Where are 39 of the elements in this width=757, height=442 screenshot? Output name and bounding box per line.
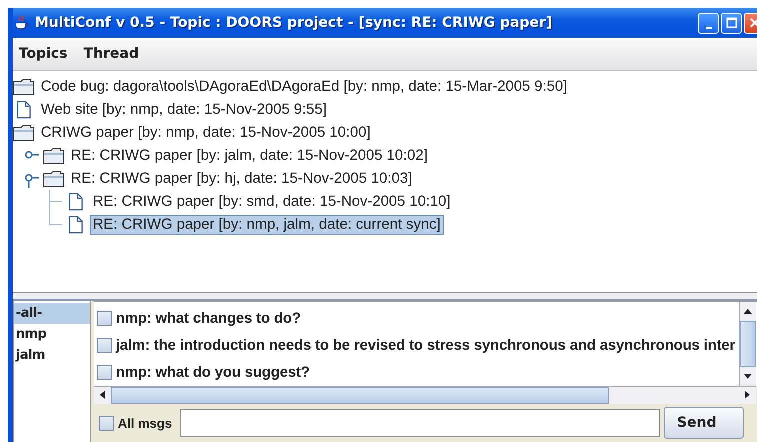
message-text: nmp: what changes to do? [116, 310, 302, 326]
menu-item[interactable]: Thread [78, 46, 146, 62]
user-list-item[interactable]: jalm [14, 345, 90, 366]
checkbox[interactable] [97, 311, 112, 326]
tree-item[interactable]: RE: CRIWG paper [by: smd, date: 15-Nov-2005 10:10] [90, 192, 454, 212]
minimize-icon [706, 26, 712, 28]
checkbox-label: All msgs [118, 416, 172, 430]
checkbox[interactable] [97, 365, 112, 380]
maximize-icon [726, 17, 738, 29]
folder-icon [13, 78, 35, 96]
tree-item[interactable]: RE: CRIWG paper [by: hj, date: 15-Nov-2005 10:03] [68, 168, 416, 188]
minimize-button[interactable] [698, 12, 719, 34]
tree-item[interactable]: Web site [by: nmp, date: 15-Nov-2005 9:55] [38, 100, 330, 120]
horizontal-scrollbar[interactable] [94, 386, 756, 404]
maximize-button[interactable] [721, 12, 742, 34]
checkbox[interactable] [99, 416, 114, 430]
tree-item[interactable]: RE: CRIWG paper [by: nmp, jalm, date: current sync] [90, 214, 444, 234]
menu-item[interactable]: Topics [13, 46, 74, 62]
user-list-item[interactable]: -all- [14, 303, 90, 324]
message-text: nmp: what do you suggest? [116, 364, 310, 380]
down-arrow-icon[interactable] [744, 374, 752, 379]
message-text: jalm: the introduction needs to be revised to stress synchronous and asynchronous inter [116, 338, 736, 354]
send-button[interactable]: Send [664, 407, 744, 439]
user-list-item[interactable]: nmp [14, 324, 90, 345]
checkbox[interactable] [97, 338, 112, 353]
folder-icon [43, 146, 65, 164]
window-title: MultiConf v 0.5 - Topic : DOORS project - [sync: RE: CRIWG paper] [35, 15, 552, 31]
tree-item[interactable]: Code bug: dagora\tools\DAgoraEd\DAgoraEd [by: nmp, date: 15-Mar-2005 9:50] [38, 76, 570, 96]
folder-icon [43, 170, 65, 188]
vertical-scrollbar[interactable] [739, 302, 756, 386]
coffee-cup-icon [14, 15, 30, 31]
right-arrow-icon[interactable] [745, 391, 750, 399]
message-input-field[interactable] [180, 409, 660, 437]
tree-item[interactable]: CRIWG paper [by: nmp, date: 15-Nov-2005 10:00] [38, 122, 374, 142]
up-arrow-icon[interactable] [744, 309, 752, 314]
close-icon [748, 17, 757, 29]
folder-icon [13, 124, 35, 142]
tree-item[interactable]: RE: CRIWG paper [by: jalm, date: 15-Nov-2005 10:02] [68, 146, 431, 166]
left-arrow-icon[interactable] [100, 391, 105, 399]
